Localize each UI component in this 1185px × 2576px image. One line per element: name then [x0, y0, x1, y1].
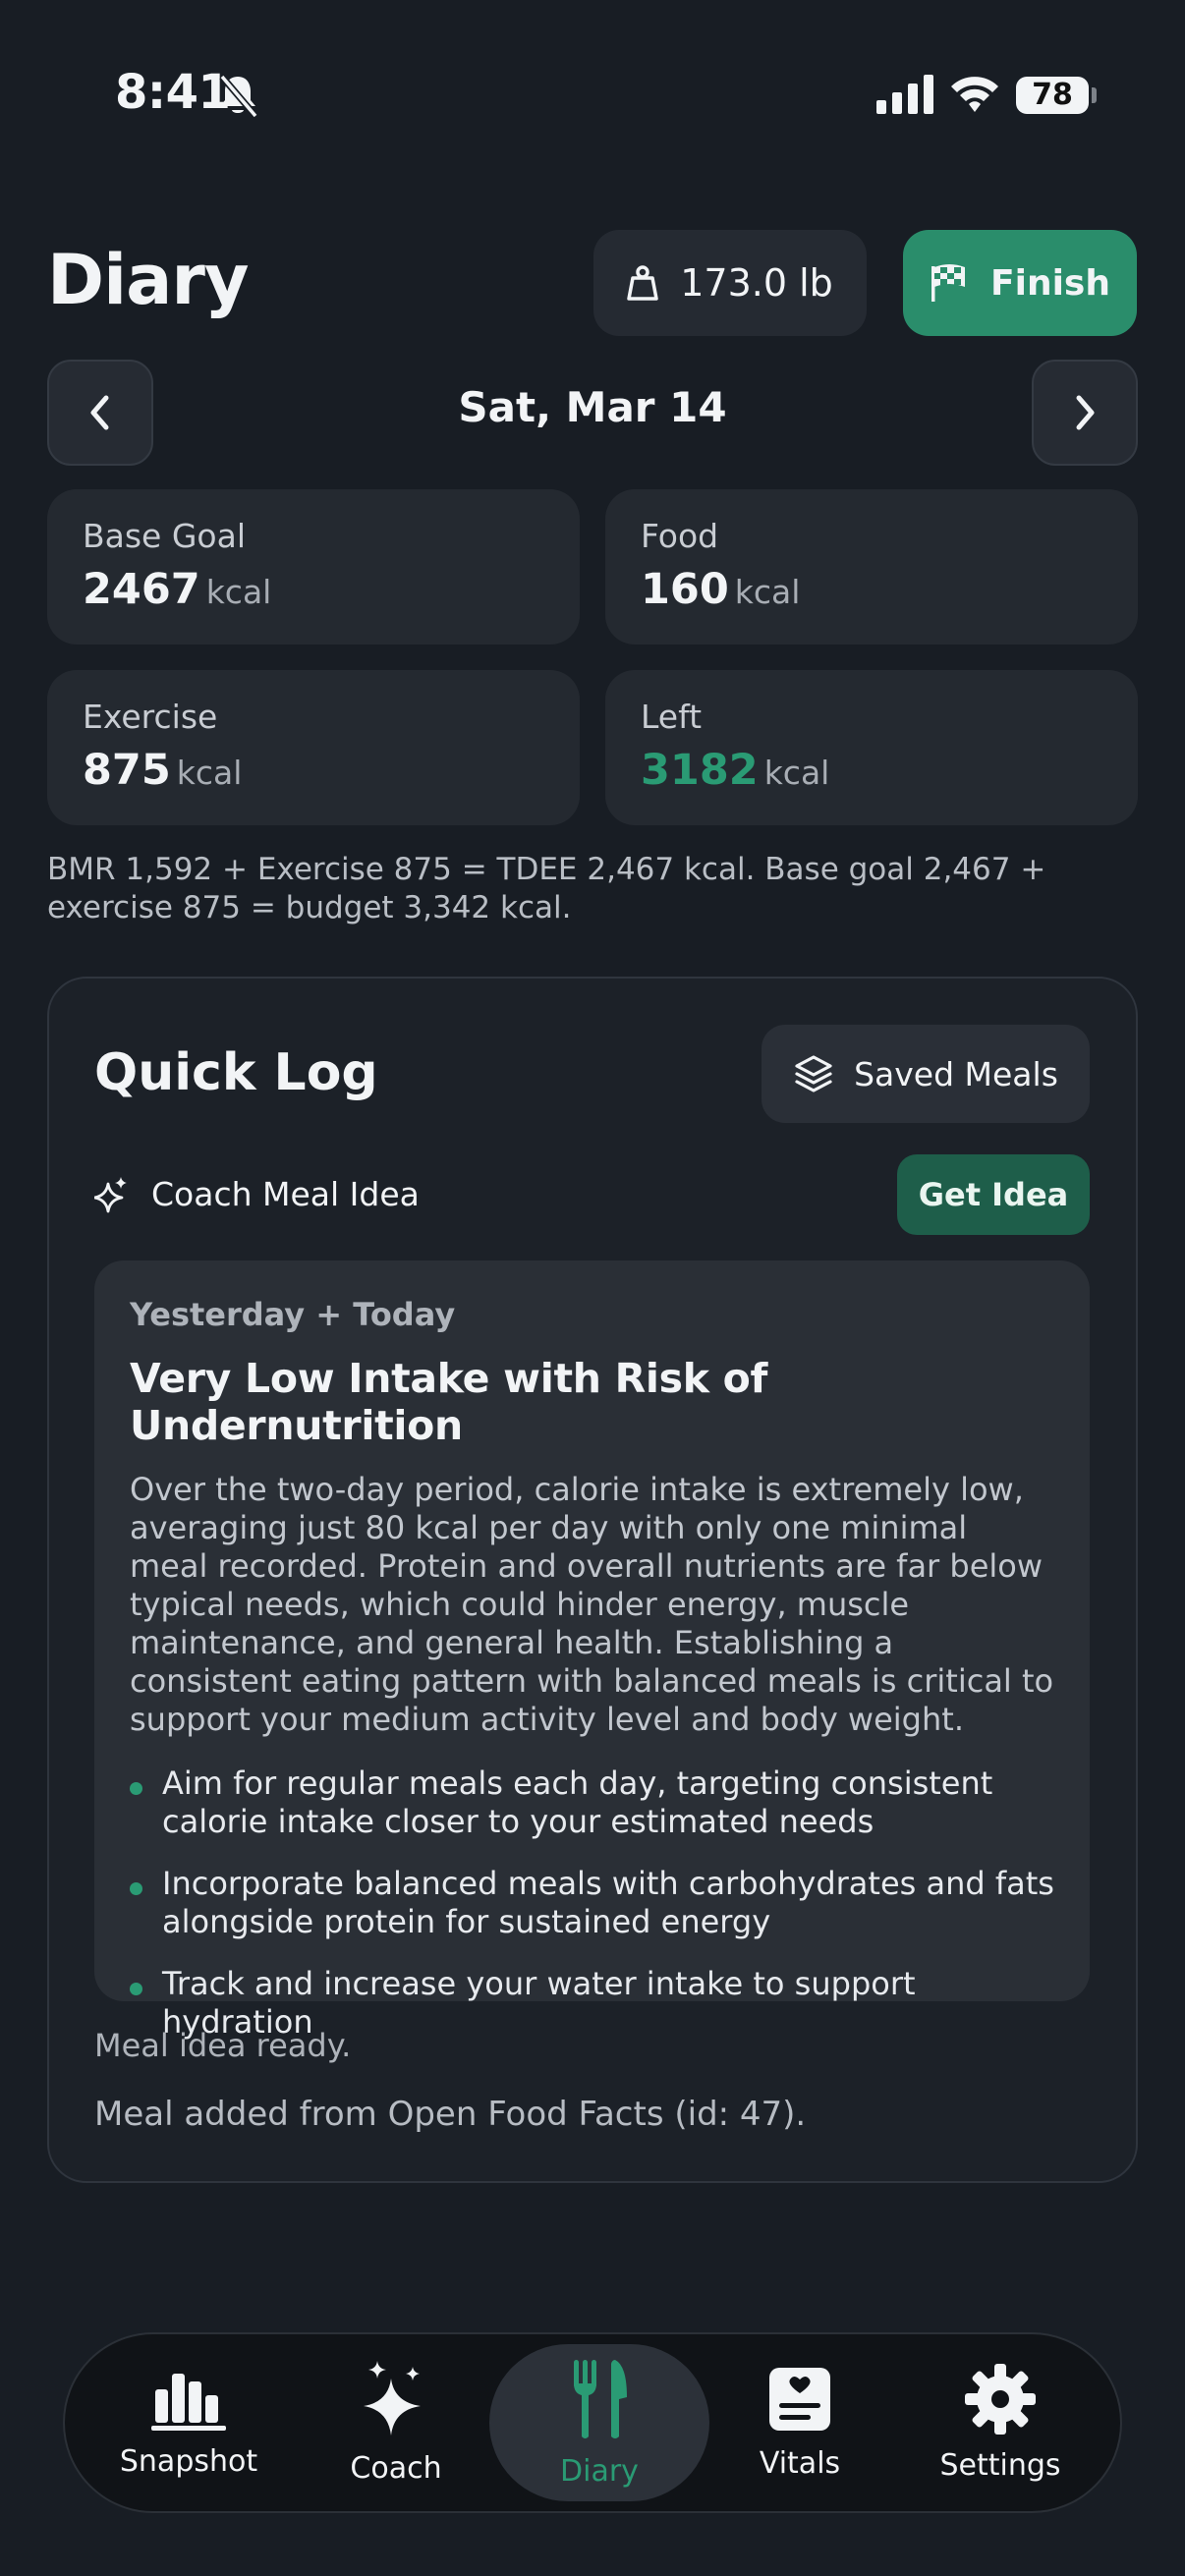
meal-idea-status: Meal idea ready.: [94, 2027, 352, 2064]
heart-document-icon: [769, 2367, 830, 2431]
coach-meal-idea-label: Coach Meal Idea: [151, 1175, 420, 1213]
bell-muted-icon: [219, 74, 258, 118]
idea-subtitle: Yesterday + Today: [130, 1296, 456, 1333]
bullet-dot: [130, 1882, 142, 1895]
weight-button[interactable]: 173.0 lb: [593, 230, 867, 336]
stat-unit: kcal: [205, 573, 272, 611]
meal-added-status: Meal added from Open Food Facts (id: 47)…: [94, 2095, 807, 2134]
stat-card-base-goal: Base Goal 2467 kcal: [47, 489, 580, 644]
bullet-dot: [130, 1983, 142, 1995]
stat-card-left: Left 3182 kcal: [605, 670, 1138, 825]
bullet-text: Aim for regular meals each day, targetin…: [162, 1764, 993, 1840]
stat-value: 2467: [83, 565, 200, 614]
stat-value: 875: [83, 746, 171, 795]
sparkles-icon: [94, 1176, 127, 1212]
idea-body: Over the two-day period, calorie intake …: [130, 1471, 1054, 1738]
fork-knife-icon: [574, 2359, 627, 2438]
saved-meals-button[interactable]: Saved Meals: [762, 1025, 1090, 1123]
tab-label: Coach: [350, 2450, 442, 2486]
stat-label: Exercise: [83, 698, 218, 736]
list-item: Aim for regular meals each day, targetin…: [130, 1764, 1054, 1841]
stat-unit: kcal: [763, 754, 830, 792]
meal-idea-card: Yesterday + Today Very Low Intake with R…: [94, 1260, 1090, 2041]
wifi-icon: [951, 77, 998, 112]
battery-tip: [1092, 87, 1097, 103]
get-idea-button[interactable]: Get Idea: [897, 1154, 1090, 1235]
saved-meals-label: Saved Meals: [854, 1054, 1058, 1093]
stat-value: 3182: [641, 746, 759, 795]
tab-label: Settings: [939, 2447, 1061, 2483]
battery-indicator: 78: [1016, 77, 1089, 114]
list-item: Incorporate balanced meals with carbohyd…: [130, 1865, 1054, 1941]
tab-label: Snapshot: [119, 2443, 258, 2479]
bar-chart-icon: [151, 2373, 226, 2431]
stat-label: Base Goal: [83, 517, 246, 555]
coach-meal-idea-row: Coach Meal Idea: [94, 1175, 420, 1213]
layers-icon: [795, 1055, 832, 1092]
stat-label: Food: [641, 517, 719, 555]
stat-unit: kcal: [734, 573, 801, 611]
status-time: 8:41: [115, 65, 231, 120]
weight-value: 173.0 lb: [680, 261, 833, 305]
next-day-button[interactable]: [1032, 360, 1138, 466]
stat-label: Left: [641, 698, 703, 736]
calorie-formula: BMR 1,592 + Exercise 875 = TDEE 2,467 kc…: [47, 852, 1046, 925]
tab-snapshot[interactable]: Snapshot: [90, 2332, 287, 2513]
finish-label: Finish: [990, 262, 1110, 304]
idea-title: Very Low Intake with Risk of Undernutrit…: [130, 1355, 768, 1449]
stat-value: 160: [641, 565, 729, 614]
selected-date: Sat, Mar 14: [458, 383, 727, 431]
bullet-text: Incorporate balanced meals with carbohyd…: [162, 1865, 1054, 1940]
checkered-flag-icon: [931, 264, 966, 302]
stat-card-exercise: Exercise 875 kcal: [47, 670, 580, 825]
tab-vitals[interactable]: Vitals: [702, 2332, 898, 2513]
finish-button[interactable]: Finish: [903, 230, 1137, 336]
tab-coach[interactable]: Coach: [298, 2332, 494, 2513]
tab-settings[interactable]: Settings: [902, 2332, 1099, 2513]
cellular-signal-icon: [876, 75, 933, 114]
stat-unit: kcal: [176, 754, 243, 792]
tab-diary[interactable]: Diary: [501, 2332, 698, 2513]
sparkles-icon: [364, 2360, 421, 2436]
chevron-right-icon: [1076, 395, 1095, 430]
weight-scale-icon: [627, 265, 658, 301]
tab-label: Diary: [560, 2453, 639, 2489]
gear-icon: [965, 2363, 1036, 2435]
bullet-dot: [130, 1782, 142, 1795]
stat-card-food: Food 160 kcal: [605, 489, 1138, 644]
quick-log-title: Quick Log: [94, 1043, 378, 1102]
idea-bullet-list: Aim for regular meals each day, targetin…: [130, 1764, 1054, 2042]
page-title: Diary: [47, 240, 249, 320]
tab-label: Vitals: [759, 2445, 841, 2481]
